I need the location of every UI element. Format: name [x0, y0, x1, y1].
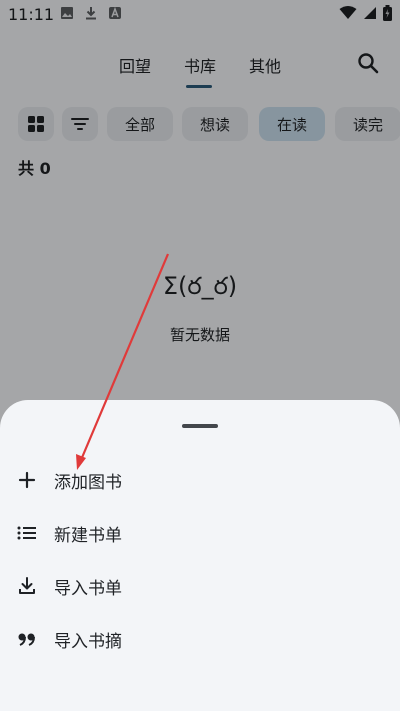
- download-icon: [17, 576, 37, 596]
- sheet-item-import-excerpt[interactable]: 导入书摘: [0, 614, 400, 664]
- sheet-item-label: 新建书单: [54, 525, 122, 546]
- sheet-item-add-book[interactable]: 添加图书: [0, 455, 400, 505]
- sheet-item-label: 添加图书: [54, 472, 122, 493]
- screen: 11:11 回望 书库 其他 全部 想读 在读 读完 共 0 Σ(ర_ర) 暂无…: [0, 0, 400, 711]
- list-icon: [17, 523, 37, 543]
- sheet-item-label: 导入书单: [54, 578, 122, 599]
- sheet-item-new-booklist[interactable]: 新建书单: [0, 508, 400, 558]
- sheet-item-label: 导入书摘: [54, 631, 122, 652]
- quote-icon: [17, 629, 37, 649]
- sheet-drag-handle[interactable]: [182, 424, 218, 428]
- plus-icon: [17, 470, 37, 490]
- bottom-sheet: 添加图书 新建书单 导入书单 导入书摘: [0, 400, 400, 711]
- sheet-item-import-booklist[interactable]: 导入书单: [0, 561, 400, 611]
